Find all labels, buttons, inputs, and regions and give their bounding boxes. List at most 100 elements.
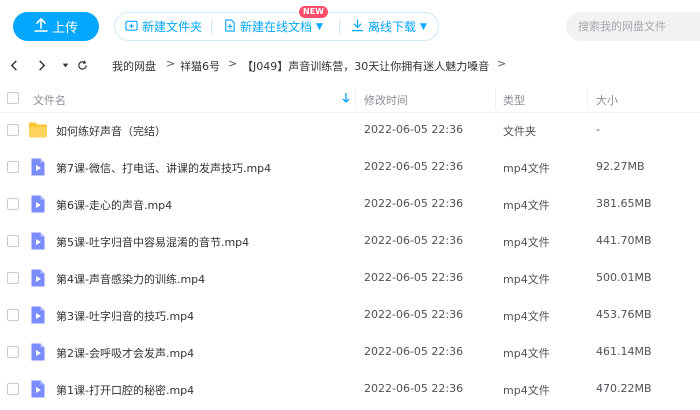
column-header-size[interactable]: 大小: [596, 92, 618, 108]
breadcrumb-item-folder[interactable]: 祥猫6号: [180, 58, 220, 74]
refresh-button[interactable]: [74, 56, 90, 74]
file-name[interactable]: 第2课-会呼吸才会发声.mp4: [56, 345, 194, 361]
file-name[interactable]: 第4课-声音感染力的训练.mp4: [56, 271, 205, 287]
file-modified-time: 2022-06-05 22:36: [364, 197, 464, 210]
file-size: 453.76MB: [596, 308, 652, 321]
file-size: 461.14MB: [596, 345, 652, 358]
table-row[interactable]: 第1课-打开口腔的秘密.mp4 2022-06-05 22:36 mp4文件 4…: [0, 371, 700, 408]
download-icon: [351, 18, 364, 35]
file-modified-time: 2022-06-05 22:36: [364, 382, 464, 395]
file-size: -: [596, 123, 600, 136]
file-table-header: 文件名 修改时间 类型 大小: [0, 84, 700, 113]
file-modified-time: 2022-06-05 22:36: [364, 271, 464, 284]
breadcrumb-separator: >: [166, 57, 176, 70]
file-modified-time: 2022-06-05 22:36: [364, 234, 464, 247]
row-checkbox[interactable]: [7, 346, 19, 358]
new-doc-icon: [223, 18, 236, 35]
upload-icon: [34, 17, 48, 36]
file-size: 92.27MB: [596, 160, 645, 173]
toolbar-divider: [339, 19, 340, 35]
video-file-icon: [31, 380, 45, 398]
file-name[interactable]: 如何练好声音（完结）: [56, 123, 166, 139]
offline-download-button[interactable]: 离线下载 ▼: [351, 13, 427, 40]
breadcrumb-bar: 我的网盘 > 祥猫6号 > 【J049】声音训练营，30天让你拥有迷人魅力嗓音 …: [0, 50, 700, 80]
chevron-right-icon: [38, 59, 45, 71]
row-checkbox[interactable]: [7, 383, 19, 395]
offline-download-label: 离线下载: [368, 20, 417, 34]
file-modified-time: 2022-06-05 22:36: [364, 123, 464, 136]
table-row[interactable]: 第2课-会呼吸才会发声.mp4 2022-06-05 22:36 mp4文件 4…: [0, 334, 700, 371]
table-row[interactable]: 第6课-走心的声音.mp4 2022-06-05 22:36 mp4文件 381…: [0, 186, 700, 223]
select-all-checkbox[interactable]: [7, 92, 19, 104]
row-checkbox[interactable]: [7, 272, 19, 284]
breadcrumb-item-root[interactable]: 我的网盘: [112, 58, 156, 74]
new-folder-button[interactable]: 新建文件夹: [125, 13, 202, 40]
file-type: mp4文件: [503, 347, 550, 360]
file-modified-time: 2022-06-05 22:36: [364, 345, 464, 358]
file-size: 500.01MB: [596, 271, 652, 284]
file-name[interactable]: 第5课-吐字归音中容易混淆的音节.mp4: [56, 234, 249, 250]
file-modified-time: 2022-06-05 22:36: [364, 160, 464, 173]
video-file-icon: [31, 269, 45, 287]
video-file-icon: [31, 195, 45, 213]
chevron-left-icon: [10, 59, 17, 71]
sort-arrow-down-icon[interactable]: [342, 92, 350, 104]
new-badge: NEW: [299, 6, 328, 18]
row-checkbox[interactable]: [7, 235, 19, 247]
upload-label: 上传: [51, 21, 78, 36]
folder-icon: [29, 122, 47, 138]
breadcrumb-separator: >: [497, 57, 507, 70]
history-dropdown-button[interactable]: [57, 56, 73, 74]
column-header-time[interactable]: 修改时间: [364, 92, 408, 108]
file-type: mp4文件: [503, 162, 550, 175]
file-name[interactable]: 第1课-打开口腔的秘密.mp4: [56, 382, 194, 398]
caret-down-icon: [62, 63, 68, 67]
video-file-icon: [31, 343, 45, 361]
new-folder-icon: [125, 19, 138, 35]
file-name[interactable]: 第7课-微信、打电话、讲课的发声技巧.mp4: [56, 160, 271, 176]
table-row[interactable]: 第7课-微信、打电话、讲课的发声技巧.mp4 2022-06-05 22:36 …: [0, 149, 700, 186]
file-type: 文件夹: [503, 125, 536, 138]
row-checkbox[interactable]: [7, 198, 19, 210]
back-button[interactable]: [6, 56, 22, 74]
file-type: mp4文件: [503, 310, 550, 323]
column-header-name[interactable]: 文件名: [33, 92, 66, 108]
forward-button[interactable]: [33, 56, 49, 74]
row-checkbox[interactable]: [7, 161, 19, 173]
file-modified-time: 2022-06-05 22:36: [364, 308, 464, 321]
chevron-down-icon: ▼: [316, 21, 323, 32]
video-file-icon: [31, 232, 45, 250]
file-size: 441.70MB: [596, 234, 652, 247]
video-file-icon: [31, 306, 45, 324]
toolbar: 上传 新建文件夹 新建在线文档 ▼ 离线下载 ▼ NEW: [0, 0, 700, 50]
table-row[interactable]: 第4课-声音感染力的训练.mp4 2022-06-05 22:36 mp4文件 …: [0, 260, 700, 297]
file-size: 381.65MB: [596, 197, 652, 210]
column-divider: [587, 88, 588, 109]
row-checkbox[interactable]: [7, 309, 19, 321]
table-row[interactable]: 第3课-吐字归音的技巧.mp4 2022-06-05 22:36 mp4文件 4…: [0, 297, 700, 334]
refresh-icon: [77, 60, 87, 70]
column-divider: [355, 88, 356, 109]
new-online-doc-label: 新建在线文档: [240, 20, 313, 34]
file-size: 470.22MB: [596, 382, 652, 395]
file-name[interactable]: 第3课-吐字归音的技巧.mp4: [56, 308, 194, 324]
file-type: mp4文件: [503, 384, 550, 397]
file-type: mp4文件: [503, 199, 550, 212]
chevron-down-icon: ▼: [420, 21, 427, 32]
breadcrumb-item-current: 【J049】声音训练营，30天让你拥有迷人魅力嗓音: [242, 60, 490, 73]
file-name[interactable]: 第6课-走心的声音.mp4: [56, 197, 172, 213]
breadcrumb-separator: >: [228, 57, 238, 70]
action-group: 新建文件夹 新建在线文档 ▼ 离线下载 ▼: [114, 12, 439, 41]
column-divider: [495, 88, 496, 109]
file-type: mp4文件: [503, 236, 550, 249]
video-file-icon: [31, 158, 45, 176]
table-row[interactable]: 第5课-吐字归音中容易混淆的音节.mp4 2022-06-05 22:36 mp…: [0, 223, 700, 260]
row-checkbox[interactable]: [7, 124, 19, 136]
column-header-type[interactable]: 类型: [503, 92, 525, 108]
file-type: mp4文件: [503, 273, 550, 286]
search-input[interactable]: [566, 12, 700, 41]
table-row[interactable]: 如何练好声音（完结） 2022-06-05 22:36 文件夹 -: [0, 112, 700, 149]
new-folder-label: 新建文件夹: [142, 20, 203, 34]
upload-button[interactable]: 上传: [13, 12, 99, 41]
toolbar-divider: [211, 19, 212, 35]
